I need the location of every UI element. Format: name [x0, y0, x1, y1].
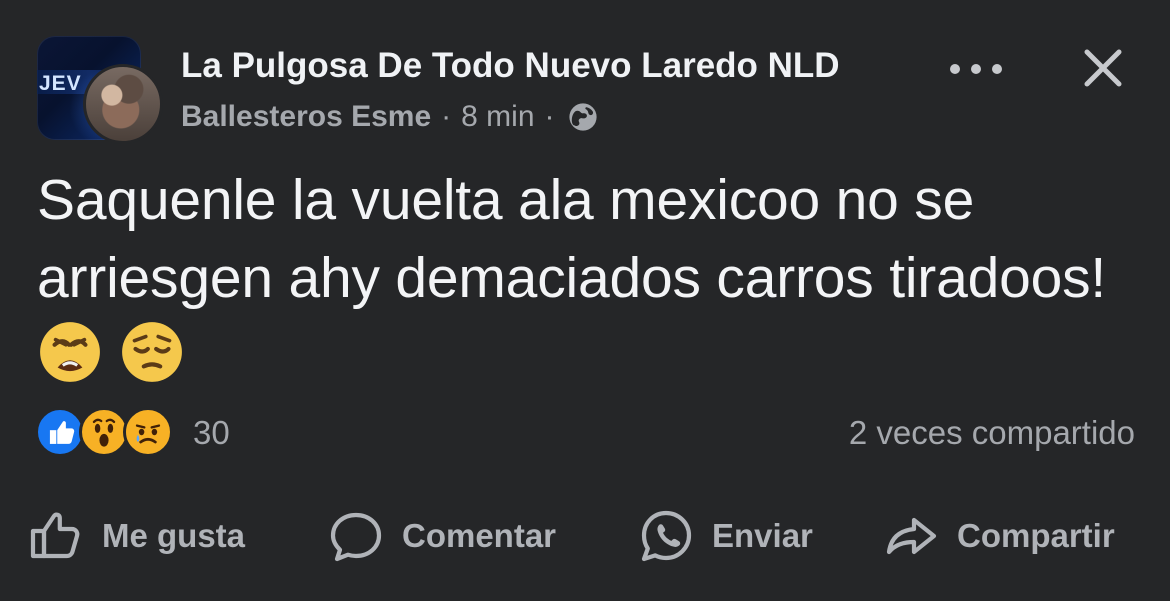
reaction-icons[interactable] [35, 407, 185, 459]
meta-separator: · [544, 100, 555, 133]
post-actions: Me gusta Comentar Enviar Compartir [26, 504, 1146, 568]
post-card: JEV La Pulgosa De Todo Nuevo Laredo NLD … [0, 0, 1170, 601]
pensive-face-emoji [119, 319, 185, 385]
reaction-count[interactable]: 30 [193, 413, 230, 453]
wow-icon [79, 407, 129, 457]
reactions-summary: 30 2 veces compartido [35, 407, 1135, 459]
share-count[interactable]: 2 veces compartido [849, 413, 1135, 453]
weary-face-emoji [37, 319, 103, 385]
user-avatar[interactable] [83, 64, 163, 144]
close-icon[interactable] [1079, 44, 1127, 92]
post-message-text: Saquenle la vuelta ala mexicoo no se arr… [37, 168, 1107, 310]
globe-icon [567, 101, 599, 133]
like-icon [35, 407, 85, 457]
post-meta: Ballesteros Esme · 8 min · [181, 99, 599, 135]
send-button[interactable]: Enviar [636, 504, 813, 568]
like-label: Me gusta [102, 517, 246, 554]
share-icon [886, 517, 937, 555]
share-button[interactable]: Compartir [881, 504, 1115, 568]
author-name[interactable]: Ballesteros Esme [181, 99, 431, 135]
comment-icon [330, 512, 382, 562]
send-label: Enviar [712, 517, 813, 554]
sad-icon [123, 407, 173, 457]
more-options-icon[interactable] [947, 61, 1005, 77]
post-message: Saquenle la vuelta ala mexicoo no se arr… [37, 161, 1117, 395]
comment-label: Comentar [402, 517, 557, 554]
share-label: Compartir [957, 517, 1115, 554]
thumbs-up-icon [30, 512, 80, 559]
like-button[interactable]: Me gusta [26, 504, 245, 568]
group-name[interactable]: La Pulgosa De Todo Nuevo Laredo NLD [181, 46, 840, 86]
post-header: JEV La Pulgosa De Todo Nuevo Laredo NLD … [37, 36, 1133, 146]
whatsapp-icon [641, 510, 692, 562]
post-time[interactable]: 8 min [461, 99, 534, 135]
comment-button[interactable]: Comentar [326, 504, 556, 568]
meta-separator: · [441, 100, 452, 133]
